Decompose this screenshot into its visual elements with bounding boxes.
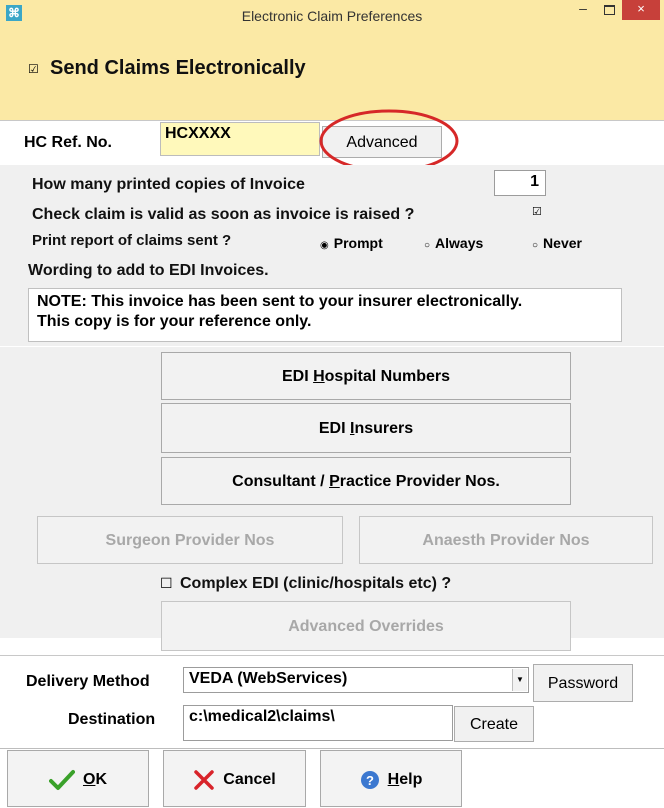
radio-always[interactable]: ○ Always: [424, 235, 483, 251]
separator: [0, 655, 664, 656]
hc-ref-label: HC Ref. No.: [24, 134, 112, 151]
minimize-button[interactable]: –: [570, 0, 596, 20]
svg-text:?: ?: [366, 773, 374, 788]
separator: [0, 748, 664, 749]
radio-prompt-label: Prompt: [333, 235, 383, 251]
wording-label: Wording to add to EDI Invoices.: [28, 262, 269, 279]
advanced-overrides-button[interactable]: Advanced Overrides: [161, 601, 571, 651]
destination-label: Destination: [68, 711, 156, 728]
radio-prompt[interactable]: ◉ Prompt: [320, 235, 383, 251]
radio-empty-icon: ○: [424, 240, 431, 251]
surgeon-provider-button[interactable]: Surgeon Provider Nos: [37, 516, 343, 564]
delivery-method-label: Delivery Method: [26, 673, 150, 690]
delivery-method-select[interactable]: VEDA (WebServices): [183, 667, 529, 693]
separator: [0, 346, 664, 347]
wording-textarea[interactable]: NOTE: This invoice has been sent to your…: [28, 288, 622, 342]
help-icon: ?: [360, 770, 379, 789]
x-icon: [194, 770, 215, 790]
anaesth-provider-button[interactable]: Anaesth Provider Nos: [359, 516, 653, 564]
radio-empty-icon: ○: [532, 240, 539, 251]
close-button[interactable]: ×: [622, 0, 660, 20]
cancel-button[interactable]: Cancel: [163, 750, 306, 807]
edi-hospital-numbers-button[interactable]: EDI Hospital Numbers: [161, 352, 571, 400]
ok-button[interactable]: OK: [7, 750, 149, 807]
valid-checkbox[interactable]: ☑: [532, 205, 542, 218]
hc-ref-input[interactable]: HCXXXX: [160, 122, 320, 156]
maximize-icon: [603, 5, 615, 15]
send-claims-label: Send Claims Electronically: [50, 57, 306, 79]
password-button[interactable]: Password: [533, 664, 633, 702]
edi-insurers-button[interactable]: EDI Insurers: [161, 403, 571, 453]
copies-input[interactable]: 1: [494, 170, 546, 196]
radio-never-label: Never: [543, 235, 582, 251]
maximize-button[interactable]: [596, 0, 622, 20]
window-title: Electronic Claim Preferences: [241, 8, 423, 24]
destination-input[interactable]: c:\medical2\claims\: [183, 705, 453, 741]
print-report-label: Print report of claims sent ?: [32, 232, 232, 249]
send-claims-checkbox[interactable]: ☑: [28, 62, 39, 76]
copies-label: How many printed copies of Invoice: [32, 176, 305, 193]
valid-check-label: Check claim is valid as soon as invoice …: [32, 206, 415, 223]
radio-selected-icon: ◉: [320, 240, 329, 251]
consultant-provider-button[interactable]: Consultant / Practice Provider Nos.: [161, 457, 571, 505]
radio-never[interactable]: ○ Never: [532, 235, 582, 251]
complex-edi-label: Complex EDI (clinic/hospitals etc) ?: [180, 575, 452, 592]
dropdown-arrow-icon[interactable]: ▼: [512, 669, 527, 691]
radio-always-label: Always: [435, 235, 484, 251]
create-button[interactable]: Create: [454, 706, 534, 742]
complex-edi-checkbox[interactable]: ☐: [160, 575, 173, 592]
checkmark-icon: [48, 769, 75, 790]
help-button[interactable]: ? Help: [320, 750, 462, 807]
